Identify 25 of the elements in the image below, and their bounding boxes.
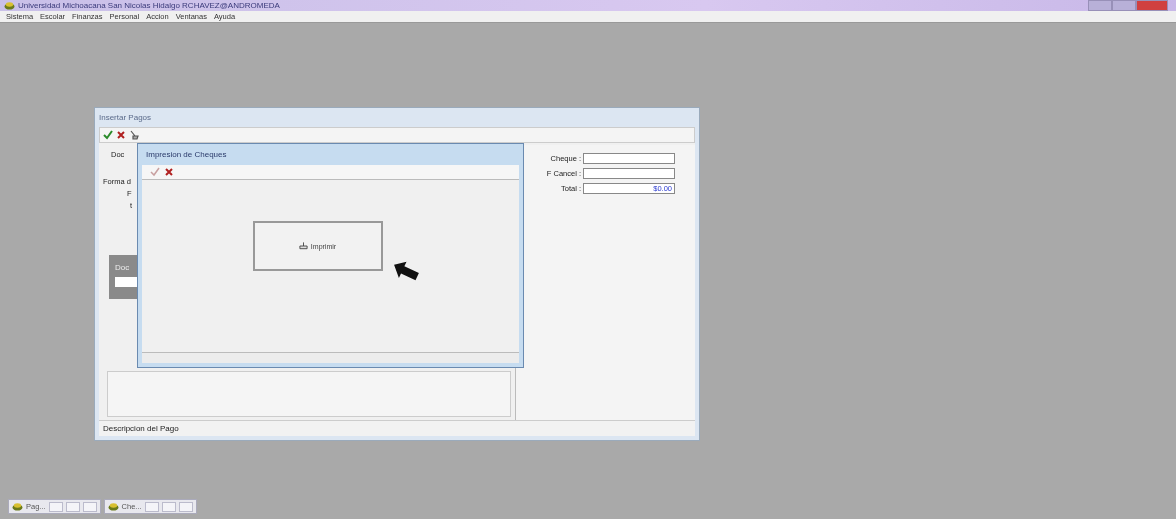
dialog-title: Impresion de Cheques <box>145 149 228 161</box>
panel-label: Doc <box>115 263 130 272</box>
input-field[interactable] <box>583 168 675 179</box>
close-button[interactable] <box>82 501 97 512</box>
close-button[interactable] <box>178 501 193 512</box>
status-bar: Descripcion del Pago <box>99 420 695 436</box>
app-icon <box>4 1 15 10</box>
maximize-button[interactable] <box>161 501 176 512</box>
form-title: Insertar Pagos <box>98 112 153 124</box>
check-icon[interactable] <box>103 130 113 140</box>
close-icon[interactable] <box>164 167 174 177</box>
broom-icon[interactable] <box>129 130 139 140</box>
text-area[interactable] <box>107 371 511 417</box>
close-button[interactable] <box>1136 0 1168 11</box>
printer-icon <box>298 242 308 250</box>
minimize-button[interactable] <box>1088 0 1112 11</box>
restore-button[interactable] <box>144 501 159 512</box>
app-icon <box>107 502 119 511</box>
maximize-button[interactable] <box>65 501 80 512</box>
window-title: Universidad Michoacana San Nicolas Hidalgo RCHAVEZ@ANDROMEDA <box>18 1 280 10</box>
close-icon[interactable] <box>116 130 126 140</box>
app-icon <box>12 502 23 511</box>
input-field[interactable] <box>583 153 675 164</box>
restore-button[interactable] <box>48 501 63 512</box>
maximize-button[interactable] <box>1112 0 1136 11</box>
